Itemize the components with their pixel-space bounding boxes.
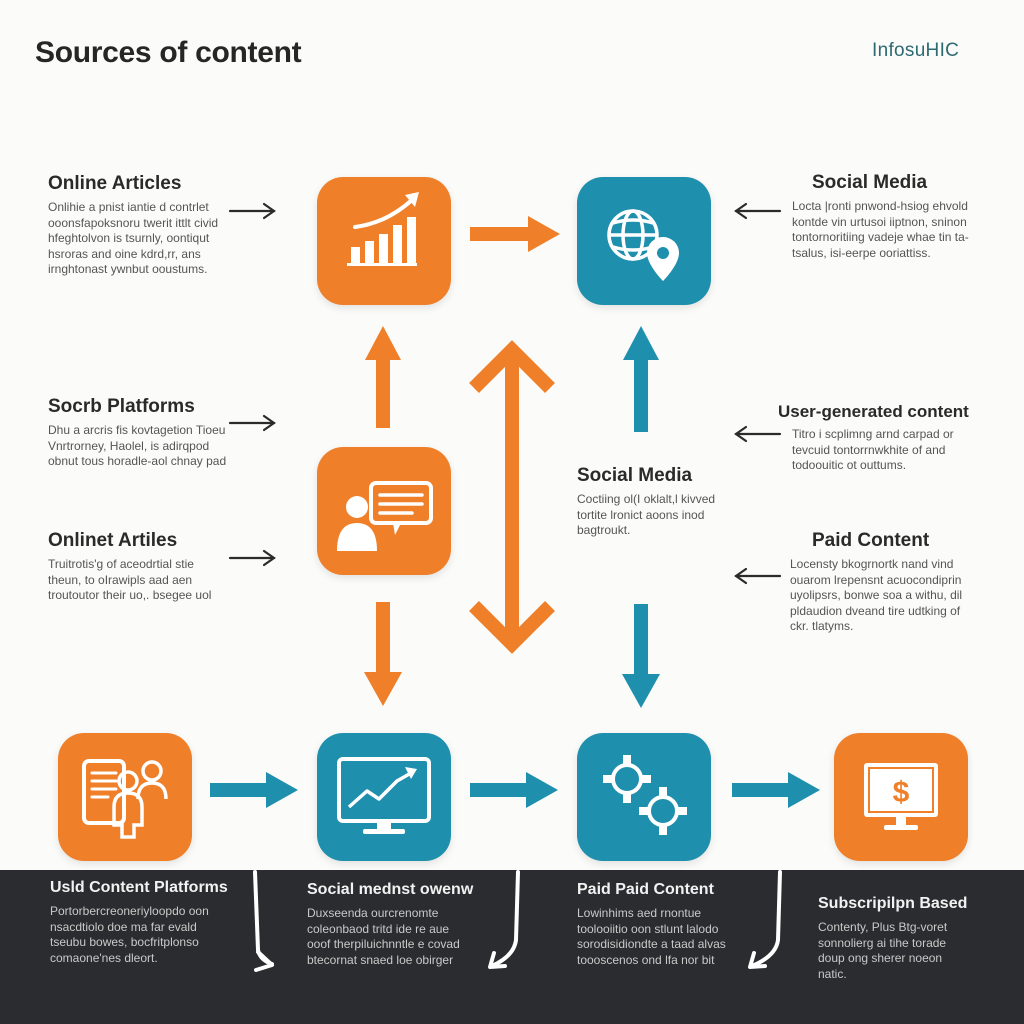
footer-label-social-mednst: Social mednst owenw Duxseenda ourcrenomt… [307, 880, 477, 968]
monitor-trend-icon[interactable] [317, 733, 451, 861]
gears-icon[interactable] [577, 733, 711, 861]
arrow-to-tile2 [623, 326, 659, 432]
pointer-paid-content [734, 567, 782, 585]
label-text: Titro i scplimng arnd carpad or tevcuid … [792, 427, 954, 472]
label-title: Usld Content Platforms [50, 879, 228, 896]
label-title: Social mednst owenw [307, 881, 474, 898]
label-social-platforms: Socrb Platforms Dhu a arcris fis kovtage… [48, 396, 228, 470]
arrow-tile3-tile5 [364, 602, 402, 706]
label-title: Social Media [577, 465, 693, 486]
label-text: Coctiing ol(I oklalt,l kivved tortite lr… [577, 492, 716, 537]
label-title: Paid Paid Content [577, 881, 714, 898]
label-text: Locensty bkogrnortk nand vind ouarom lre… [790, 557, 963, 633]
label-social-media-center: Social Media Coctiing ol(I oklalt,l kivv… [577, 465, 737, 539]
label-onlinet-artiles: Onlinet Artiles Truitrotis'g of aceodrti… [48, 530, 228, 604]
person-speech-icon[interactable] [317, 447, 451, 575]
bar-chart-icon[interactable] [317, 177, 451, 305]
label-social-media-top: Social Media Locta |ronti pnwond-hsiog e… [780, 172, 976, 261]
label-text: Duxseenda ourcrenomte coleonbaod tritd i… [307, 906, 460, 967]
connector-arrows [210, 202, 820, 972]
pointer-online-articles [228, 202, 276, 220]
globe-pin-icon[interactable] [577, 177, 711, 305]
label-text: Onlihie a pnist iantie d contrlet ooonsf… [48, 200, 219, 276]
label-paid-content: Paid Content Locensty bkogrnortk nand vi… [790, 530, 990, 635]
label-title: Socrb Platforms [48, 396, 195, 417]
arrow-tile6-tile7 [732, 772, 820, 808]
pointer-social-platforms [228, 414, 276, 432]
pointer-social-media-top [734, 202, 782, 220]
label-text: Portorbercreoneriyloopdo oon nsacdtiolo … [50, 904, 209, 965]
arrow-double-vertical [469, 340, 555, 654]
arrow-to-tile6 [622, 604, 660, 708]
monitor-dollar-icon[interactable]: $ [834, 733, 968, 861]
pointer-user-generated [734, 425, 782, 443]
label-text: Dhu a arcris fis kovtagetion Tioeu Vnrtr… [48, 423, 227, 468]
label-text: Truitrotis'g of aceodrtial stie theun, t… [48, 557, 212, 602]
footer-label-subscription-based: Subscripilpn Based Contenty, Plus Btg-vo… [818, 894, 998, 982]
pointer-onlinet-artiles [228, 549, 276, 567]
label-user-generated: User-generated content Titro i scplimng … [778, 402, 994, 474]
label-title: Onlinet Artiles [48, 530, 178, 551]
label-text: Lowinhims aed rnontue toolooiitio oon st… [577, 906, 726, 967]
footer-arrow-3 [748, 870, 782, 969]
label-title: Paid Content [812, 530, 930, 551]
label-online-articles: Online Articles Onlihie a pnist iantie d… [48, 173, 228, 278]
arrow-tile3-tile1 [365, 326, 401, 428]
arrow-tile1-tile2 [470, 216, 560, 252]
arrow-tile5-tile6 [470, 772, 558, 808]
label-title: User-generated content [778, 402, 969, 421]
label-title: Social Media [812, 172, 928, 193]
document-people-icon[interactable] [58, 733, 192, 861]
footer-label-content-platforms: Usld Content Platforms Portorbercreoneri… [50, 878, 240, 966]
arrow-tile4-tile5 [210, 772, 298, 808]
footer-arrow-1 [253, 870, 274, 972]
footer-arrow-2 [488, 870, 520, 969]
label-title: Subscripilpn Based [818, 895, 968, 912]
svg-text:$: $ [893, 776, 910, 809]
label-text: Locta |ronti pnwond-hsiog ehvold kontde … [792, 199, 969, 260]
label-title: Online Articles [48, 173, 182, 194]
label-text: Contenty, Plus Btg-voret sonnolierg ai t… [818, 920, 948, 981]
footer-label-paid-content: Paid Paid Content Lowinhims aed rnontue … [577, 880, 747, 968]
